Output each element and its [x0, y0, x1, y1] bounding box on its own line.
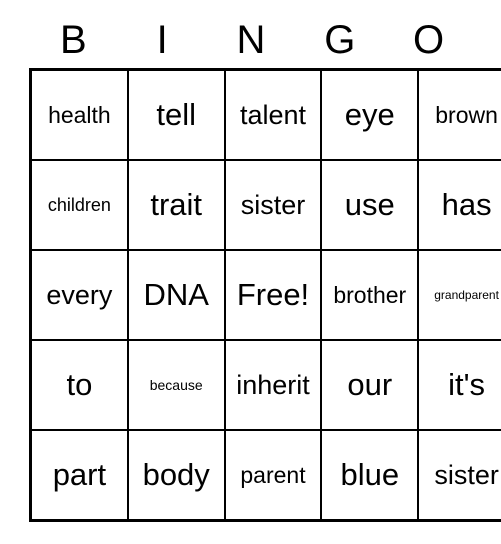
bingo-row: health tell talent eye brown	[29, 68, 501, 161]
bingo-row: to because inherit our it's	[29, 339, 501, 431]
bingo-header-row: B I N G O	[29, 12, 473, 68]
bingo-cell[interactable]: body	[126, 429, 226, 522]
bingo-cell[interactable]: brother	[320, 249, 420, 341]
bingo-cell[interactable]: brown	[417, 68, 501, 161]
bingo-grid: health tell talent eye brown children tr…	[29, 68, 501, 522]
bingo-header-letter-o: O	[413, 18, 445, 62]
bingo-cell[interactable]: talent	[223, 68, 323, 161]
bingo-cell[interactable]: our	[320, 339, 420, 431]
bingo-cell[interactable]: because	[126, 339, 226, 431]
bingo-grid-body: health tell talent eye brown children tr…	[29, 68, 501, 522]
bingo-row: part body parent blue sister	[29, 429, 501, 522]
bingo-cell[interactable]: to	[29, 339, 129, 431]
bingo-cell[interactable]: sister	[223, 159, 323, 251]
bingo-cell[interactable]: every	[29, 249, 129, 341]
bingo-cell[interactable]: inherit	[223, 339, 323, 431]
bingo-cell[interactable]: has	[417, 159, 501, 251]
bingo-cell[interactable]: eye	[320, 68, 420, 161]
bingo-header-letter-g: G	[324, 18, 356, 62]
bingo-header-letter-n: N	[236, 18, 266, 62]
bingo-cell[interactable]: trait	[126, 159, 226, 251]
bingo-row: every DNA Free! brother grandparent	[29, 249, 501, 341]
bingo-header-letter-i: I	[156, 18, 168, 62]
bingo-cell[interactable]: use	[320, 159, 420, 251]
bingo-cell[interactable]: DNA	[126, 249, 226, 341]
bingo-row: children trait sister use has	[29, 159, 501, 251]
bingo-cell[interactable]: grandparent	[417, 249, 501, 341]
bingo-cell[interactable]: it's	[417, 339, 501, 431]
bingo-cell[interactable]: blue	[320, 429, 420, 522]
bingo-header-letter-b: B	[60, 18, 87, 62]
bingo-cell[interactable]: tell	[126, 68, 226, 161]
bingo-card: B I N G O health tell talent eye brown c…	[29, 12, 501, 522]
bingo-cell[interactable]: sister	[417, 429, 501, 522]
bingo-free-cell[interactable]: Free!	[223, 249, 323, 341]
bingo-cell[interactable]: children	[29, 159, 129, 251]
bingo-cell[interactable]: health	[29, 68, 129, 161]
bingo-cell[interactable]: part	[29, 429, 129, 522]
bingo-cell[interactable]: parent	[223, 429, 323, 522]
